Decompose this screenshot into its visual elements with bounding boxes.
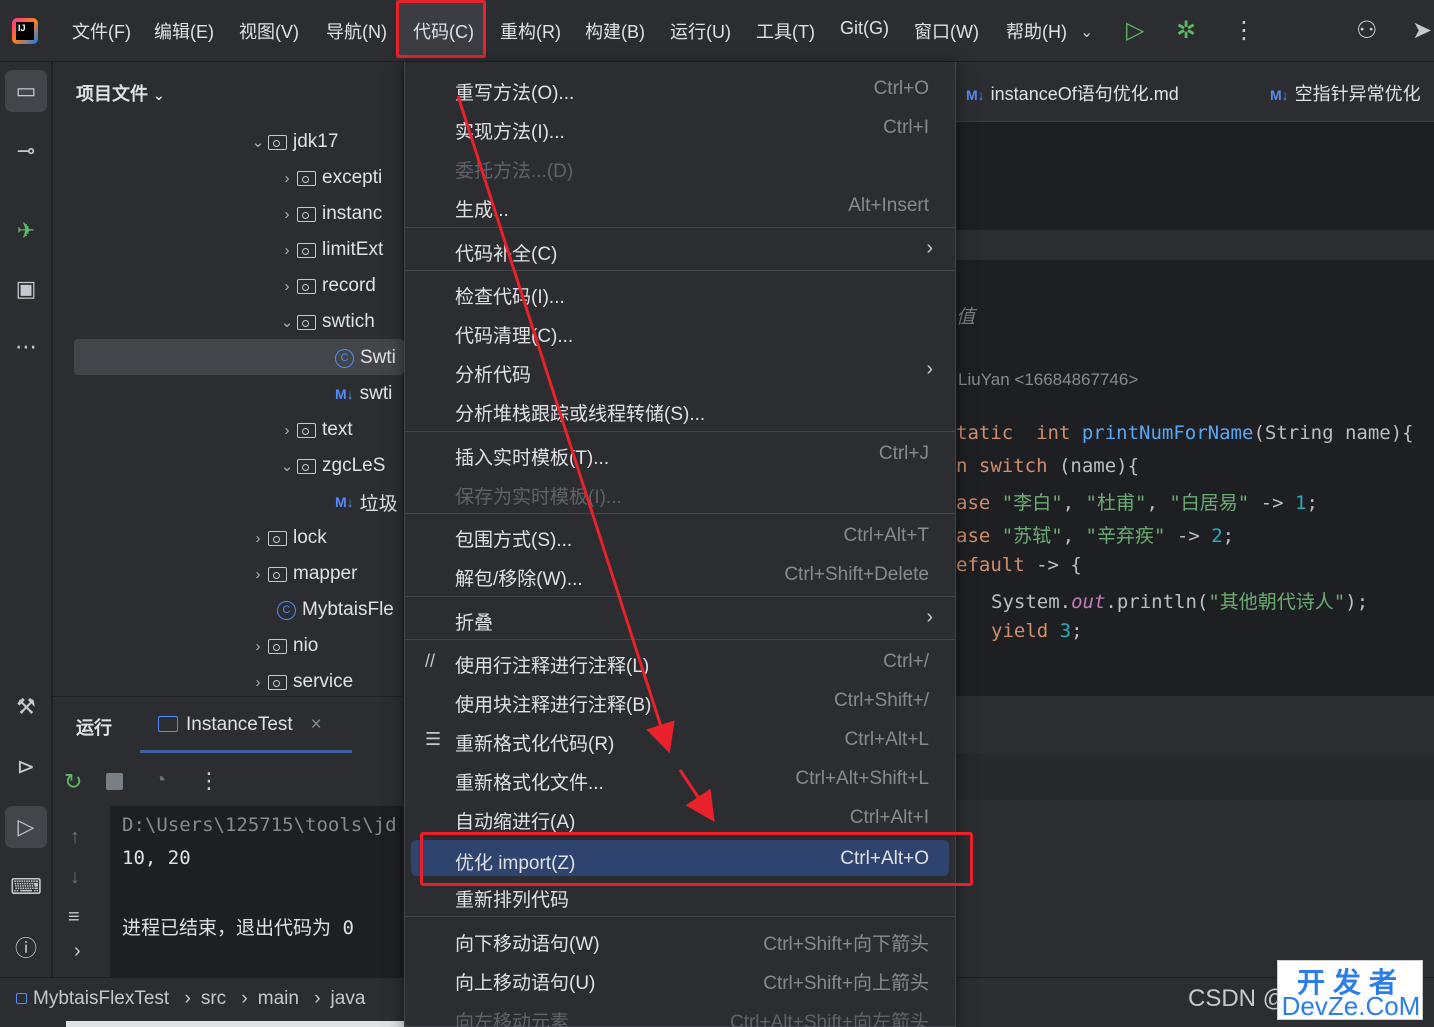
annotation-arrow (678, 769, 715, 822)
csdn-watermark: CSDN @ (1188, 985, 1288, 1012)
annotation-arrow (456, 95, 675, 754)
devze-watermark: 开发者 DevZe.CoM (1277, 960, 1423, 1021)
ide-window: IJ 文件(F) 编辑(E) 视图(V) 导航(N) 代码(C) 重构(R) 构… (0, 0, 1434, 1027)
watermark-bottom: DevZe.CoM (1281, 991, 1421, 1021)
annotation-arrows (456, 95, 715, 822)
